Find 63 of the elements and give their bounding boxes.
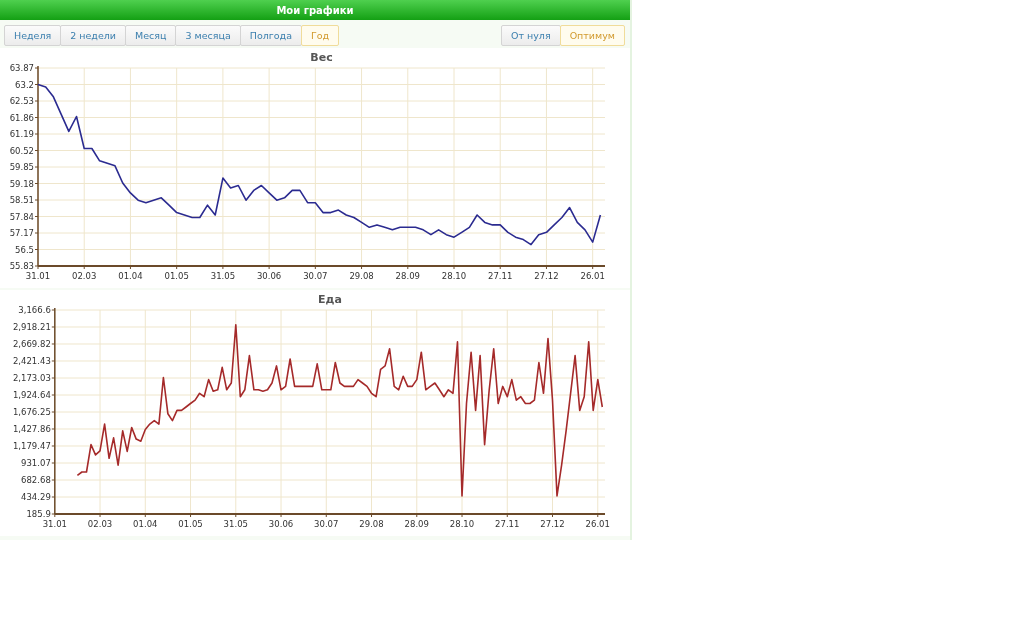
x-axis-label: 29.08 (349, 271, 374, 281)
y-axis-label: 2,421.43 (12, 356, 51, 366)
header-bar: Мои графики (0, 0, 630, 20)
period-tab[interactable]: 3 месяца (175, 25, 241, 46)
y-axis-label: 63.87 (9, 63, 34, 73)
y-axis-label: 62.53 (9, 96, 34, 106)
period-tab[interactable]: От нуля (501, 25, 561, 46)
x-axis-label: 27.12 (534, 271, 559, 281)
y-axis-label: 2,669.82 (12, 339, 51, 349)
x-axis-label: 27.11 (495, 519, 520, 529)
x-axis-label: 28.10 (441, 271, 467, 281)
x-axis-label: 28.10 (449, 519, 475, 529)
y-axis-label: 2,173.03 (12, 373, 51, 383)
y-axis-label: 63.2 (15, 79, 34, 90)
period-tab[interactable]: 2 недели (60, 25, 126, 46)
y-axis-label: 185.9 (26, 509, 51, 519)
period-tab[interactable]: Месяц (125, 25, 177, 46)
x-axis-label: 31.01 (42, 519, 67, 529)
y-axis-label: 2,918.21 (12, 322, 51, 332)
x-axis-label: 28.09 (404, 519, 429, 529)
y-axis-label: 1,427.86 (12, 424, 51, 434)
y-axis-label: 1,179.47 (12, 441, 51, 451)
period-tab[interactable]: Полгода (239, 25, 302, 46)
x-axis-label: 02.03 (72, 271, 97, 281)
x-axis-label: 30.06 (256, 271, 282, 281)
y-axis-label: 56.5 (15, 244, 34, 255)
period-tab[interactable]: Год (301, 25, 340, 46)
y-axis-label: 61.86 (9, 112, 34, 123)
y-axis-label: 57.84 (9, 211, 34, 222)
y-axis-label: 58.51 (9, 195, 34, 205)
x-axis-label: 02.03 (87, 519, 113, 529)
x-axis-label: 01.04 (118, 271, 143, 281)
y-axis-label: 60.52 (9, 145, 34, 156)
y-axis-label: 1,924.64 (12, 390, 51, 400)
y-axis-label: 434.29 (21, 492, 51, 502)
x-axis-label: 26.01 (580, 271, 605, 281)
x-axis-label: 27.12 (540, 519, 565, 529)
x-axis-label: 01.05 (164, 271, 189, 281)
x-axis-label: 30.07 (314, 519, 339, 529)
x-axis-label: 31.05 (223, 519, 248, 529)
y-axis-label: 3,166.6 (18, 305, 51, 315)
y-axis-label: 59.18 (9, 178, 34, 189)
x-axis-label: 31.01 (25, 271, 51, 281)
x-axis-label: 30.06 (268, 519, 294, 529)
chart-title: Вес (310, 51, 333, 64)
y-axis-label: 57.17 (9, 228, 34, 238)
y-axis-label: 682.68 (21, 475, 51, 485)
y-axis-label: 931.07 (21, 458, 51, 468)
y-axis-label: 1,676.25 (12, 407, 51, 417)
x-axis-label: 31.05 (210, 271, 236, 281)
x-axis-label: 29.08 (359, 519, 384, 529)
x-axis-label: 28.09 (395, 271, 420, 281)
x-axis-label: 01.05 (178, 519, 203, 529)
period-tab[interactable]: Неделя (4, 25, 62, 46)
x-axis-label: 30.07 (303, 271, 328, 281)
chart-title: Еда (318, 293, 342, 306)
y-axis-label: 59.85 (9, 162, 34, 172)
period-tab[interactable]: Оптимум (559, 25, 625, 46)
x-axis-label: 01.04 (133, 519, 158, 529)
x-axis-label: 26.01 (585, 519, 610, 529)
y-axis-label: 61.19 (9, 129, 34, 139)
y-axis-label: 55.83 (9, 261, 34, 271)
x-axis-label: 27.11 (488, 271, 513, 281)
